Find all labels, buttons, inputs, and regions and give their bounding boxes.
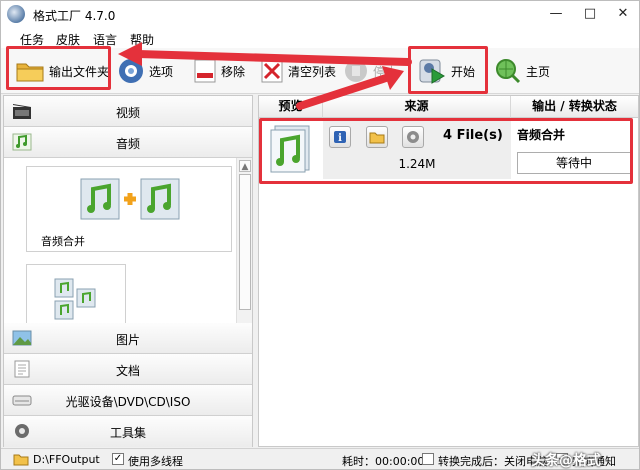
arrow-to-output-folder-head <box>118 42 142 66</box>
annotation-arrows <box>118 42 412 110</box>
arrow-to-start <box>296 74 390 110</box>
arrow-to-output-folder <box>134 50 412 66</box>
